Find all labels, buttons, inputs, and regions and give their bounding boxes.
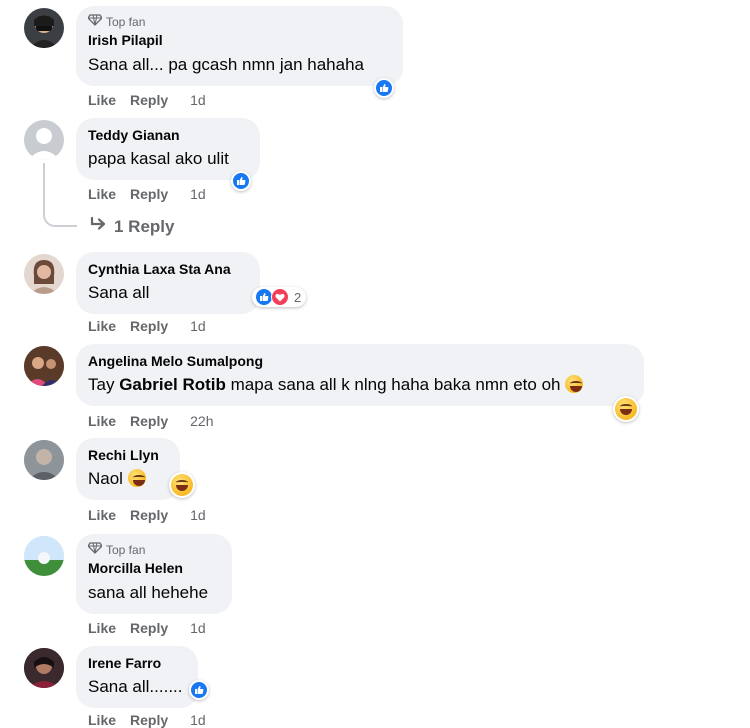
reply-button[interactable]: Reply xyxy=(130,318,168,334)
comment-timestamp[interactable]: 1d xyxy=(190,186,206,202)
comment-bubble: Top fan Irish Pilapil Sana all... pa gca… xyxy=(76,6,403,86)
comment-timestamp[interactable]: 1d xyxy=(190,507,206,523)
comment-timestamp[interactable]: 1d xyxy=(190,620,206,636)
comment-author[interactable]: Irish Pilapil xyxy=(88,31,391,49)
like-button[interactable]: Like xyxy=(88,413,116,429)
comment-text: Tay Gabriel Rotib mapa sana all k nlng h… xyxy=(88,373,632,396)
reply-button[interactable]: Reply xyxy=(130,186,168,202)
avatar[interactable] xyxy=(24,536,64,576)
avatar[interactable] xyxy=(24,120,64,160)
reply-button[interactable]: Reply xyxy=(130,413,168,429)
like-button[interactable]: Like xyxy=(88,186,116,202)
like-button[interactable]: Like xyxy=(88,620,116,636)
comment-author[interactable]: Irene Farro xyxy=(88,654,186,672)
top-fan-diamond-icon xyxy=(87,542,103,557)
comment-actions: Like Reply 1d xyxy=(88,186,220,202)
comment-author[interactable]: Angelina Melo Sumalpong xyxy=(88,352,632,370)
like-reaction-icon xyxy=(232,172,250,190)
comment-bubble: Cynthia Laxa Sta Ana Sana all xyxy=(76,252,260,314)
comment-timestamp[interactable]: 1d xyxy=(190,712,206,728)
comment-actions: Like Reply 1d xyxy=(88,712,220,728)
reply-arrow-icon xyxy=(90,216,108,237)
like-button[interactable]: Like xyxy=(88,507,116,523)
reaction-summary[interactable] xyxy=(374,78,394,98)
like-reaction-icon xyxy=(190,681,208,699)
avatar[interactable] xyxy=(24,440,64,480)
comment-bubble: Rechi Llyn Naol xyxy=(76,438,180,500)
reaction-summary[interactable] xyxy=(231,171,251,191)
top-fan-diamond-icon xyxy=(87,14,103,29)
wow-emoji-icon xyxy=(171,474,193,496)
comment-timestamp[interactable]: 22h xyxy=(190,413,213,429)
like-button[interactable]: Like xyxy=(88,92,116,108)
reply-button[interactable]: Reply xyxy=(130,620,168,636)
avatar[interactable] xyxy=(24,346,64,386)
reply-button[interactable]: Reply xyxy=(130,712,168,728)
comment-author[interactable]: Morcilla Helen xyxy=(88,559,220,577)
comment-actions: Like Reply 1d xyxy=(88,318,220,334)
comment-text: Sana all....... xyxy=(88,677,183,696)
reaction-summary[interactable]: 2 xyxy=(252,287,307,307)
comment-author[interactable]: Cynthia Laxa Sta Ana xyxy=(88,260,248,278)
reaction-count: 2 xyxy=(294,289,302,305)
haha-emoji-icon xyxy=(565,375,584,393)
haha-emoji-icon xyxy=(127,469,146,487)
love-reaction-icon xyxy=(271,288,289,306)
reaction-summary[interactable] xyxy=(613,396,639,422)
comment-bubble: Angelina Melo Sumalpong Tay Gabriel Roti… xyxy=(76,344,644,406)
avatar[interactable] xyxy=(24,648,64,688)
top-fan-badge: Top fan xyxy=(87,14,391,29)
comment-actions: Like Reply 1d xyxy=(88,507,220,523)
comment-bubble: Top fan Morcilla Helen sana all hehehe xyxy=(76,534,232,614)
reaction-summary[interactable] xyxy=(189,680,209,700)
like-button[interactable]: Like xyxy=(88,712,116,728)
comment-text: Sana all xyxy=(88,283,150,302)
like-button[interactable]: Like xyxy=(88,318,116,334)
comment-text: papa kasal ako ulit xyxy=(88,149,229,168)
comment-text: Sana all... pa gcash nmn jan hahaha xyxy=(88,55,364,74)
avatar[interactable] xyxy=(24,8,64,48)
comment-author[interactable]: Teddy Gianan xyxy=(88,126,248,144)
comment-timestamp[interactable]: 1d xyxy=(190,318,206,334)
mention-link[interactable]: Gabriel Rotib xyxy=(119,375,226,394)
comment-text: sana all hehehe xyxy=(88,583,209,602)
reaction-summary[interactable] xyxy=(169,472,195,498)
view-replies-link[interactable]: 1 Reply xyxy=(90,216,174,237)
comment-text: Naol xyxy=(88,467,168,490)
avatar[interactable] xyxy=(24,254,64,294)
thread-connector xyxy=(43,163,77,227)
comment-actions: Like Reply 1d xyxy=(88,620,220,636)
top-fan-badge: Top fan xyxy=(87,542,220,557)
like-reaction-icon xyxy=(375,79,393,97)
comment-actions: Like Reply 22h xyxy=(88,413,228,429)
comment-actions: Like Reply 1d xyxy=(88,92,220,108)
comment-bubble: Teddy Gianan papa kasal ako ulit xyxy=(76,118,260,180)
comment-author[interactable]: Rechi Llyn xyxy=(88,446,168,464)
haha-emoji-icon xyxy=(615,398,637,420)
reply-button[interactable]: Reply xyxy=(130,92,168,108)
reply-button[interactable]: Reply xyxy=(130,507,168,523)
comment-bubble: Irene Farro Sana all....... xyxy=(76,646,198,708)
comment-timestamp[interactable]: 1d xyxy=(190,92,206,108)
